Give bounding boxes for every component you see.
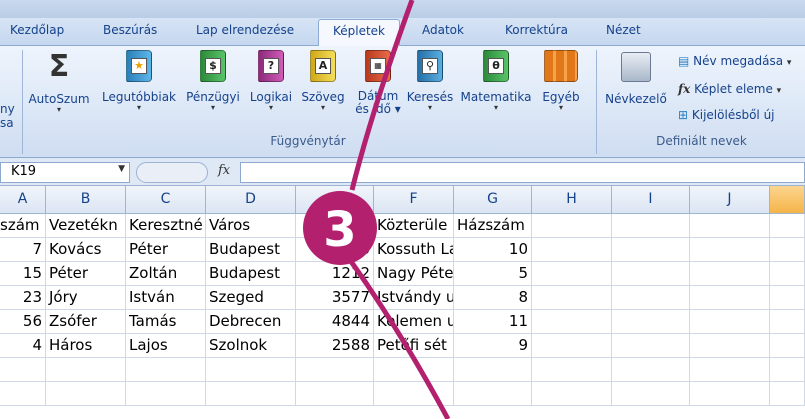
callout-number: 3 <box>323 202 356 258</box>
callout-line <box>347 258 451 419</box>
callout-line <box>349 0 415 191</box>
callout-overlay: 3 <box>303 0 451 419</box>
